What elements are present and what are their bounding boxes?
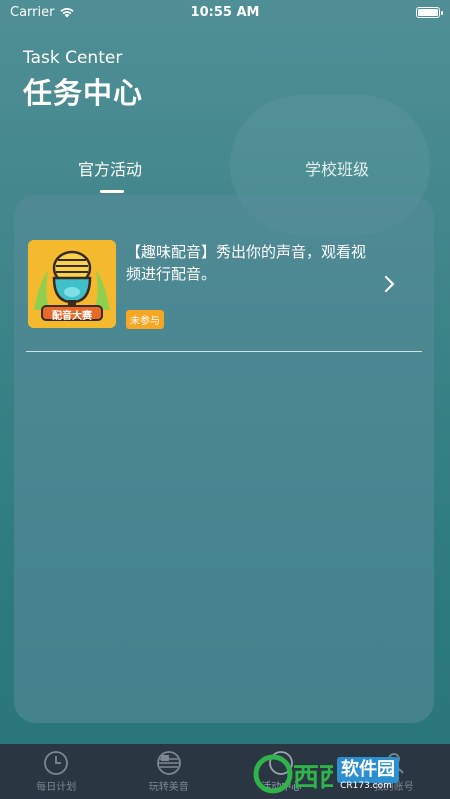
status-bar: Carrier 10:55 AM [0, 0, 450, 24]
tab-active-indicator [100, 190, 124, 193]
nav-american-sound[interactable]: 玩转美音 [113, 744, 226, 799]
tab-bar: 官方活动 学校班级 [0, 156, 450, 193]
nav-daily-plan[interactable]: 每日计划 [0, 744, 113, 799]
tab-school-class[interactable]: 学校班级 [305, 156, 369, 180]
list-divider [26, 351, 422, 352]
activity-item[interactable]: 配音大赛 【趣味配音】秀出你的声音，观看视频进行配音。 未参与 [26, 240, 422, 335]
nav-label: 我的账号 [373, 782, 414, 793]
nav-label: 玩转美音 [148, 782, 189, 793]
battery-icon [416, 6, 443, 18]
activity-title: 【趣味配音】秀出你的声音，观看视频进行配音。 [126, 243, 367, 283]
chevron-right-icon[interactable] [380, 272, 400, 296]
activity-icon [269, 751, 294, 775]
page-title-en: Task Center [23, 48, 123, 68]
activity-list-card: 配音大赛 【趣味配音】秀出你的声音，观看视频进行配音。 未参与 [14, 195, 434, 723]
nav-label: 每日计划 [36, 782, 77, 793]
nav-activity-center[interactable]: 活动中心 [225, 744, 338, 799]
nav-my-account[interactable]: 我的账号 [338, 744, 450, 799]
page-header: Task Center 任务中心 [23, 48, 143, 112]
activity-thumbnail: 配音大赛 [28, 240, 116, 328]
bottom-navigation: 每日计划 玩转美音 活动中心 我的账号 [0, 744, 450, 799]
nav-label: 活动中心 [261, 782, 302, 793]
status-time: 10:55 AM [190, 4, 260, 20]
flag-icon [156, 751, 181, 775]
page-title: 任务中心 [23, 76, 144, 110]
thumbnail-label: 配音大赛 [52, 311, 92, 322]
user-icon [384, 753, 404, 774]
status-badge: 未参与 [126, 310, 164, 329]
tab-official-activities[interactable]: 官方活动 [78, 156, 142, 180]
clock-icon [44, 751, 69, 775]
